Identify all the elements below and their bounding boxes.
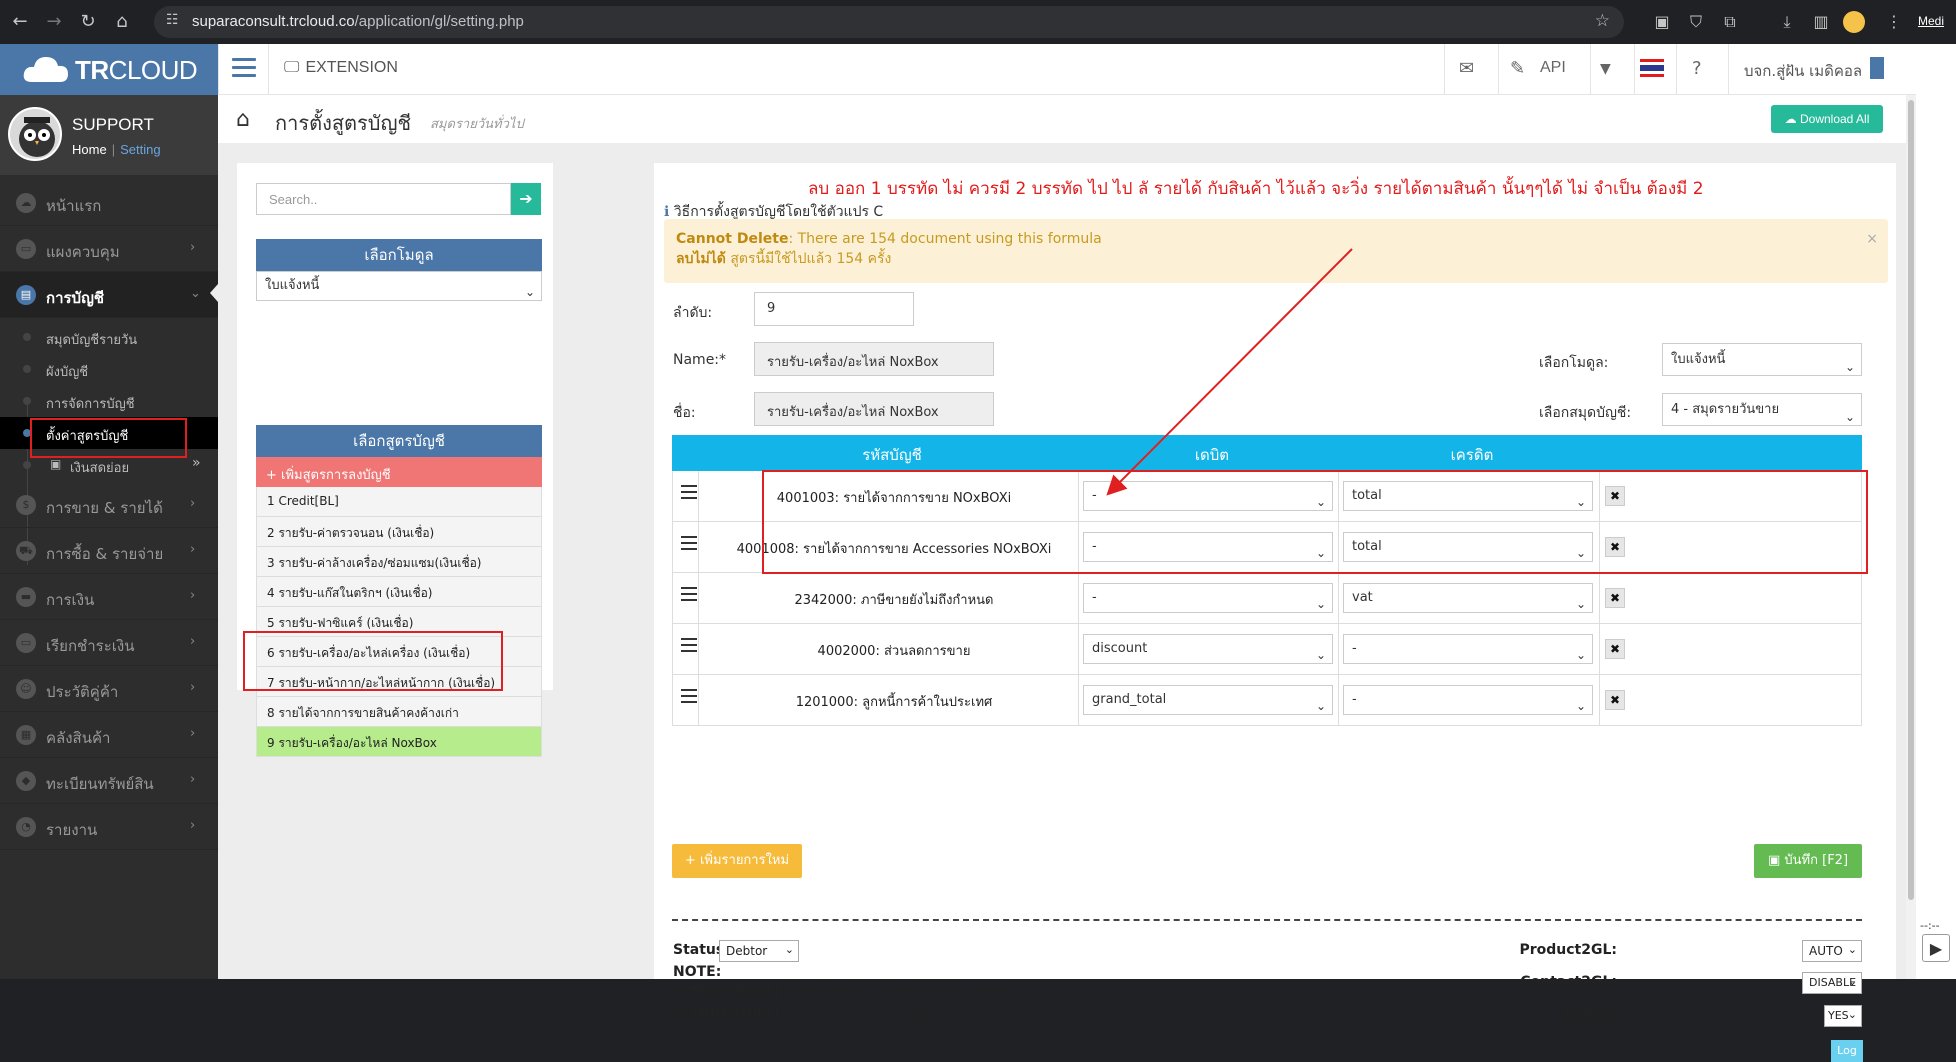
structure-text: weight debit = weight credit [779, 1006, 984, 1022]
chevron-down-icon: ⌄ [1847, 1008, 1857, 1021]
active-value: YES [1828, 1009, 1849, 1022]
active-select[interactable]: YES ⌄ [1824, 1005, 1862, 1027]
structure-tag: [STRUCTURE] [673, 1006, 780, 1022]
structure-text: grand_total + wht = vat + total [779, 985, 1006, 1001]
log-button[interactable]: Log [1831, 1040, 1863, 1062]
structure-tag: [STRUCTURE] [673, 985, 780, 1001]
annotation-arrow-icon [1106, 248, 1353, 496]
active-label: Active: [1562, 1007, 1617, 1023]
app-root: ← → ↻ ⌂ ☷ suparaconsult.trcloud.co/appli… [0, 0, 1956, 1062]
structure-1: [STRUCTURE] grand_total + wht = vat + to… [673, 985, 1006, 1001]
active-row: Active: [1505, 1007, 1617, 1023]
structure-2: [STRUCTURE] weight debit = weight credit [673, 1006, 983, 1022]
